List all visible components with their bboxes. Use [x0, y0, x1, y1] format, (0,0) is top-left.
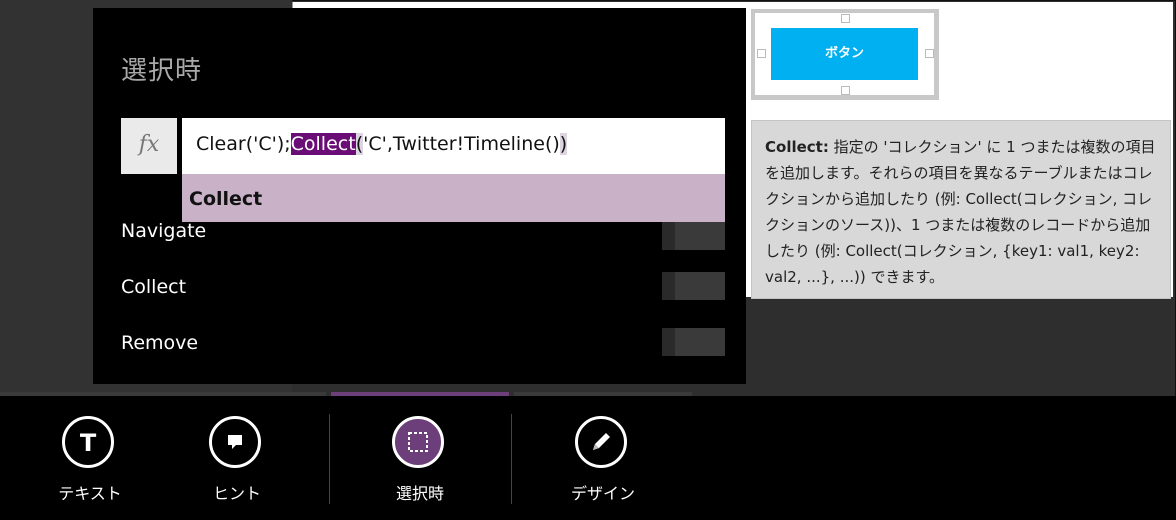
selection-icon [392, 416, 444, 468]
toolbar-divider [329, 414, 330, 504]
tool-label: 選択時 [395, 484, 444, 503]
tool-design[interactable]: デザイン [533, 396, 673, 520]
action-label-navigate: Navigate [121, 220, 207, 242]
toolbar-divider [511, 414, 512, 504]
autocomplete-suggestion[interactable]: Collect [182, 174, 725, 222]
tool-hint[interactable]: ヒント [167, 396, 307, 520]
tool-label: デザイン [570, 484, 635, 503]
bottom-toolbar: T テキスト ヒント 選択時 デザイン [0, 396, 1176, 520]
tool-selection[interactable]: 選択時 [350, 396, 490, 520]
toggle-knob [662, 222, 675, 250]
formula-open-paren: ( [355, 133, 364, 155]
formula-args: 'C',Twitter!Timeline() [363, 133, 560, 155]
tooltip-keyword: Collect: [765, 138, 829, 156]
action-label-remove: Remove [121, 332, 199, 354]
formula-text[interactable]: Clear('C');Collect('C',Twitter!Timeline(… [196, 133, 568, 155]
toggle-knob [662, 272, 675, 300]
toggle-collect[interactable] [662, 272, 725, 300]
tooltip-text: Collect: 指定の 'コレクション' に 1 つまたは複数の項目を追加しま… [765, 134, 1165, 290]
action-label-collect: Collect [121, 276, 187, 298]
hint-icon [209, 416, 261, 468]
tool-text[interactable]: T テキスト [20, 396, 160, 520]
tool-label: テキスト [58, 484, 122, 503]
design-pencil-icon [575, 416, 627, 468]
canvas-button[interactable]: ボタン [771, 28, 918, 80]
toggle-knob [662, 328, 675, 356]
toggle-navigate[interactable] [662, 222, 725, 250]
popup-title: 選択時 [121, 56, 203, 86]
toggle-remove[interactable] [662, 328, 725, 356]
formula-prefix: Clear('C'); [196, 133, 291, 155]
selection-popup: 選択時 fx Clear('C');Collect('C',Twitter!Ti… [93, 8, 746, 384]
tool-label: ヒント [212, 484, 261, 503]
formula-input[interactable]: Clear('C');Collect('C',Twitter!Timeline(… [182, 118, 725, 174]
svg-text:T: T [80, 429, 97, 457]
fx-icon[interactable]: fx [121, 118, 177, 174]
tooltip-body: 指定の 'コレクション' に 1 つまたは複数の項目を追加します。それらの項目を… [765, 138, 1156, 286]
formula-highlight: Collect [290, 133, 356, 155]
text-icon: T [62, 416, 114, 468]
suggestion-label: Collect [189, 188, 263, 210]
function-tooltip: Collect: 指定の 'コレクション' に 1 つまたは複数の項目を追加しま… [751, 120, 1171, 299]
formula-close-paren: ) [559, 133, 568, 155]
